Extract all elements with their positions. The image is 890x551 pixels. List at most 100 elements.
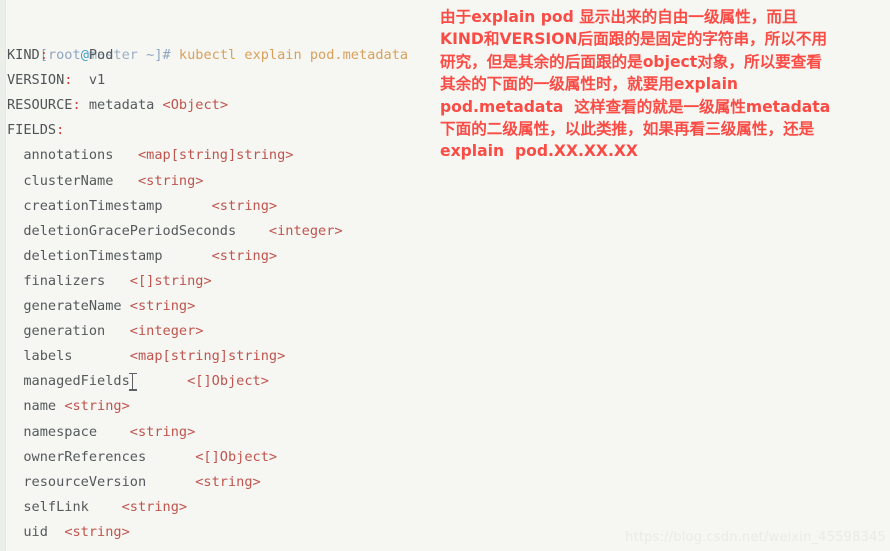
field-type: <string>: [64, 398, 130, 415]
field-gap: [105, 323, 130, 339]
explain-field-row: deletionGracePeriodSeconds <integer>: [7, 219, 440, 244]
explain-field-row: resourceVersion <string>: [7, 470, 440, 495]
field-type: <string>: [64, 523, 130, 540]
field-indent: [7, 524, 23, 540]
terminal-output-pane[interactable]: [root@master ~]# kubectl explain pod.met…: [0, 0, 440, 551]
annotation-line: KIND和VERSION后面跟的是固定的字符串，所以不用: [440, 30, 828, 49]
field-gap: [236, 223, 269, 239]
explain-fields-list: annotations <map[string]string> clusterN…: [7, 143, 440, 545]
header-value: v1: [88, 72, 106, 89]
field-indent: [7, 474, 23, 490]
annotation-line: 由于explain pod 显示出来的自由一级属性，而且: [440, 8, 798, 26]
explain-field-row: deletionTimestamp <string>: [7, 244, 440, 269]
explain-field-row: clusterName <string>: [7, 169, 440, 194]
field-type: <string>: [211, 247, 278, 264]
annotation-line: explain pod.XX.XX.XX: [440, 142, 638, 161]
field-name: ownerReferences: [23, 448, 147, 465]
field-name: finalizers: [23, 272, 106, 289]
field-indent: [7, 424, 23, 440]
annotation-line: 研究，但是其余的后面跟的是object对象，所以要查看: [440, 52, 822, 71]
annotation-line: 下面的二级属性，以此类推，如果再看三级属性，还是: [440, 119, 815, 138]
field-gap: [163, 248, 212, 264]
field-type: <string>: [129, 423, 196, 440]
header-value: Pod: [88, 47, 114, 64]
field-type: <[]Object>: [195, 448, 278, 465]
field-gap: [146, 474, 195, 490]
field-type: <[]Object>: [187, 373, 269, 390]
field-gap: [130, 373, 187, 389]
field-type: <string>: [121, 498, 188, 515]
field-name: creationTimestamp: [23, 197, 163, 214]
field-gap: [113, 147, 138, 163]
field-type: <string>: [137, 172, 204, 189]
field-gap: [122, 298, 130, 314]
field-indent: [7, 173, 23, 189]
field-type: <integer>: [129, 323, 204, 340]
explain-field-row: labels <map[string]string>: [7, 344, 440, 369]
field-name: deletionGracePeriodSeconds: [23, 222, 237, 239]
field-name: managedFields: [23, 373, 130, 390]
header-colon: :: [56, 122, 65, 139]
field-indent: [7, 499, 23, 515]
field-type: <string>: [129, 298, 196, 315]
explain-field-row: name <string>: [7, 394, 440, 419]
field-name: generation: [23, 323, 106, 340]
explain-field-row: generateName <string>: [7, 294, 440, 319]
field-gap: [146, 449, 195, 465]
explain-field-row: managedFields <[]Object>: [7, 369, 440, 394]
field-gap: [163, 198, 212, 214]
field-type: <string>: [211, 197, 278, 214]
field-type: <map[string]string>: [137, 147, 294, 164]
explain-header-row: RESOURCE: metadata <Object>: [7, 93, 440, 118]
field-gap: [89, 499, 122, 515]
field-name: selfLink: [23, 498, 89, 515]
explain-field-row: namespace <string>: [7, 420, 440, 445]
header-key: FIELDS: [7, 122, 57, 139]
explain-field-row: annotations <map[string]string>: [7, 143, 440, 168]
explain-field-row: uid <string>: [7, 520, 440, 545]
header-value: metadata: [88, 97, 163, 114]
field-indent: [7, 298, 23, 314]
field-name: namespace: [23, 423, 98, 440]
field-name: clusterName: [23, 172, 114, 189]
field-type: <map[string]string>: [129, 348, 286, 365]
field-indent: [7, 373, 23, 389]
field-name: labels: [23, 348, 73, 365]
field-gap: [105, 273, 130, 289]
field-name: deletionTimestamp: [23, 247, 163, 264]
field-type: <integer>: [268, 222, 343, 239]
header-key: KIND: [7, 47, 40, 64]
field-indent: [7, 198, 23, 214]
header-key: VERSION: [7, 72, 65, 89]
explain-header-row: FIELDS:: [7, 118, 440, 143]
header-pad: [48, 47, 89, 63]
header-type: <Object>: [162, 97, 229, 114]
explain-field-row: creationTimestamp <string>: [7, 194, 440, 219]
field-name: resourceVersion: [23, 473, 147, 490]
field-name: uid: [23, 523, 48, 540]
field-gap: [48, 524, 64, 540]
explain-field-row: ownerReferences <[]Object>: [7, 445, 440, 470]
explain-field-row: generation <integer>: [7, 319, 440, 344]
field-gap: [72, 348, 129, 364]
header-colon: :: [72, 97, 81, 114]
annotation-line: 其余的下面的一级属性时，就要用explain: [440, 75, 739, 94]
field-name: annotations: [23, 147, 114, 164]
field-gap: [113, 173, 138, 189]
field-type: <[]string>: [129, 272, 212, 289]
csdn-watermark: https://blog.csdn.net/weixin_45598345: [625, 530, 886, 545]
field-indent: [7, 147, 23, 163]
field-name: generateName: [23, 298, 122, 315]
field-indent: [7, 223, 23, 239]
header-pad: [81, 97, 89, 113]
field-name: name: [23, 398, 57, 415]
explain-header-row: VERSION: v1: [7, 68, 440, 93]
field-indent: [7, 449, 23, 465]
field-indent: [7, 248, 23, 264]
header-key: RESOURCE: [7, 97, 73, 114]
field-type: <string>: [195, 473, 261, 490]
explain-field-row: selfLink <string>: [7, 495, 440, 520]
field-indent: [7, 348, 23, 364]
prompt-tail: ~]#: [137, 47, 179, 64]
terminal-prompt-line: [root@master ~]# kubectl explain pod.met…: [7, 18, 440, 63]
